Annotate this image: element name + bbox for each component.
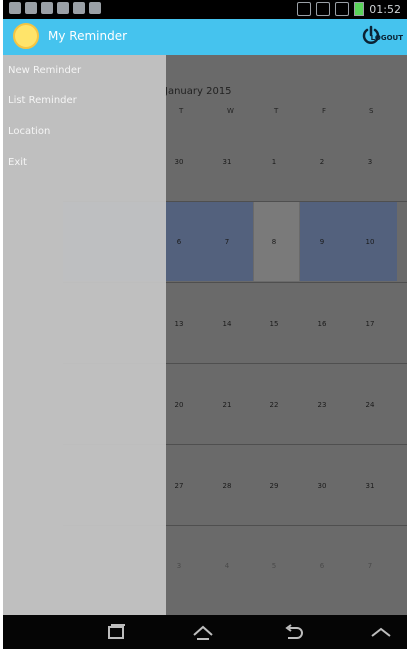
month-title: January 2015 [165, 86, 232, 97]
day-cell[interactable]: 15 [254, 320, 294, 328]
chat-icon [89, 2, 101, 14]
day-cell[interactable]: 23 [302, 401, 342, 409]
app-title: My Reminder [48, 29, 128, 43]
weekday-label: T [274, 107, 279, 115]
day-cell[interactable]: 21 [207, 401, 247, 409]
device-screen: 01:52 My Reminder LOGOUT January 2015 T … [3, 0, 407, 649]
weekday-label: W [227, 107, 234, 115]
home-icon[interactable] [191, 623, 215, 641]
settings-icon [73, 2, 85, 14]
gallery-icon [41, 2, 53, 14]
data-icon [316, 2, 331, 16]
menu-item-new-reminder[interactable]: New Reminder [8, 65, 81, 76]
day-cell[interactable]: 9 [302, 238, 342, 246]
day-cell[interactable]: 16 [302, 320, 342, 328]
day-cell[interactable]: 24 [350, 401, 390, 409]
menu-item-location[interactable]: Location [8, 126, 50, 137]
day-cell[interactable]: 5 [254, 562, 294, 570]
day-cell[interactable]: 1 [254, 158, 294, 166]
logout-button[interactable]: LOGOUT [371, 34, 403, 42]
usb-icon [9, 2, 21, 14]
day-cell[interactable]: 10 [350, 238, 390, 246]
back-icon[interactable] [282, 623, 306, 641]
day-cell[interactable]: 31 [350, 482, 390, 490]
day-cell[interactable]: 7 [350, 562, 390, 570]
status-icons [9, 2, 101, 14]
day-cell[interactable]: 28 [207, 482, 247, 490]
day-cell[interactable]: 14 [207, 320, 247, 328]
day-cell[interactable]: 31 [207, 158, 247, 166]
weekday-label: S [369, 107, 374, 115]
menu-item-list-reminder[interactable]: List Reminder [8, 95, 77, 106]
navigation-drawer [3, 55, 166, 615]
day-cell[interactable]: 7 [207, 238, 247, 246]
wifi-icon [57, 2, 69, 14]
app-bar: My Reminder LOGOUT [3, 19, 407, 55]
battery-icon [354, 2, 365, 16]
menu-item-exit[interactable]: Exit [8, 157, 27, 168]
status-time: 01:52 [369, 2, 401, 16]
day-cell[interactable]: 3 [350, 158, 390, 166]
system-indicators: 01:52 [297, 2, 401, 16]
system-nav-bar [3, 615, 407, 649]
recent-apps-icon[interactable] [104, 623, 128, 641]
day-cell[interactable]: 29 [254, 482, 294, 490]
weekday-label: F [322, 107, 327, 115]
silent-icon [297, 2, 312, 16]
day-cell[interactable]: 30 [302, 482, 342, 490]
day-cell[interactable]: 6 [302, 562, 342, 570]
day-cell[interactable]: 17 [350, 320, 390, 328]
day-cell[interactable]: 22 [254, 401, 294, 409]
status-bar: 01:52 [3, 0, 407, 19]
day-cell[interactable]: 2 [302, 158, 342, 166]
signal-icon [335, 2, 350, 16]
chevron-up-icon[interactable] [369, 623, 393, 641]
day-cell[interactable]: 8 [254, 238, 294, 246]
day-cell[interactable]: 4 [207, 562, 247, 570]
screenshot-icon [25, 2, 37, 14]
weekday-label: T [179, 107, 184, 115]
app-logo [13, 23, 39, 49]
